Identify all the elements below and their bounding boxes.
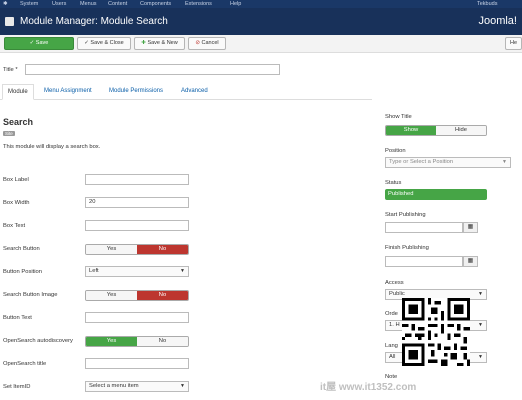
opensearch-autodiscovery-no[interactable]: No [137, 337, 188, 346]
page-header: Module Manager: Module Search Joomla! [0, 8, 522, 35]
button-text-input[interactable] [85, 312, 189, 323]
opensearch-autodiscovery-yes[interactable]: Yes [86, 337, 137, 346]
search-button-image-label: Search Button Image [3, 292, 58, 298]
search-button-toggle: Yes No [85, 244, 189, 255]
page-title: Module Manager: Module Search [20, 16, 168, 27]
opensearch-autodiscovery-toggle: Yes No [85, 336, 189, 347]
tab-module[interactable]: Module [2, 84, 34, 100]
module-description: This module will display a search box. [3, 144, 101, 150]
position-label: Position [385, 148, 406, 154]
search-button-yes[interactable]: Yes [86, 245, 137, 254]
tab-bar: Module Menu Assignment Module Permission… [0, 84, 372, 100]
help-button[interactable]: He [505, 37, 522, 50]
box-text-input[interactable] [85, 220, 189, 231]
dropdown-arrow-icon: ▼ [502, 159, 507, 165]
box-label-input[interactable] [85, 174, 189, 185]
box-width-label: Box Width [3, 200, 30, 206]
finish-publishing-label: Finish Publishing [385, 245, 429, 251]
tab-advanced[interactable]: Advanced [181, 88, 208, 94]
nav-content[interactable]: Content [108, 1, 127, 7]
cube-icon [5, 17, 14, 26]
cancel-button[interactable]: ⊘ Cancel [188, 37, 226, 50]
position-select[interactable]: Type or Select a Position ▼ [385, 157, 511, 168]
button-text-label: Button Text [3, 315, 32, 321]
calendar-icon[interactable]: ▦ [463, 256, 478, 267]
dropdown-arrow-icon: ▼ [478, 354, 483, 360]
box-label-label: Box Label [3, 177, 29, 183]
nav-users[interactable]: Users [52, 1, 66, 7]
user-menu[interactable]: Tekbuds [477, 1, 498, 7]
save-close-button[interactable]: ✓ Save & Close [77, 37, 131, 50]
dropdown-arrow-icon: ▼ [180, 383, 185, 389]
search-button-image-toggle: Yes No [85, 290, 189, 301]
nav-system[interactable]: System [20, 1, 38, 7]
nav-extensions[interactable]: Extensions [185, 1, 212, 7]
top-nav-bar: ✱ System Users Menus Content Components … [0, 0, 522, 8]
status-select[interactable]: Published [385, 189, 487, 200]
save-new-button[interactable]: ✚ Save & New [134, 37, 185, 50]
save-button[interactable]: ✓ Save [4, 37, 74, 50]
status-label: Status [385, 180, 402, 186]
joomla-menu-icon[interactable]: ✱ [3, 1, 8, 7]
show-title-toggle: Show Hide [385, 125, 487, 136]
watermark-text: it屋 www.it1352.com [320, 382, 417, 393]
button-position-select[interactable]: Left ▼ [85, 266, 189, 277]
set-itemid-select[interactable]: Select a menu item ▼ [85, 381, 189, 392]
calendar-icon[interactable]: ▦ [463, 222, 478, 233]
nav-components[interactable]: Components [140, 1, 171, 7]
dropdown-arrow-icon: ▼ [478, 291, 483, 297]
dropdown-arrow-icon: ▼ [180, 268, 185, 274]
show-title-hide[interactable]: Hide [436, 126, 486, 135]
module-heading: Search [3, 117, 34, 127]
box-text-label: Box Text [3, 223, 26, 229]
show-title-label: Show Title [385, 114, 412, 120]
button-position-label: Button Position [3, 269, 42, 275]
nav-menus[interactable]: Menus [80, 1, 97, 7]
nav-help[interactable]: Help [230, 1, 241, 7]
box-width-input[interactable]: 20 [85, 197, 189, 208]
toolbar: ✓ Save ✓ Save & Close ✚ Save & New ⊘ Can… [0, 35, 522, 53]
language-label: Lang [385, 343, 398, 349]
site-badge: Site [3, 131, 15, 136]
title-input[interactable] [25, 64, 280, 75]
show-title-show[interactable]: Show [386, 126, 436, 135]
search-button-image-yes[interactable]: Yes [86, 291, 137, 300]
opensearch-title-label: OpenSearch title [3, 361, 47, 367]
search-button-no[interactable]: No [137, 245, 188, 254]
opensearch-autodiscovery-label: OpenSearch autodiscovery [3, 338, 73, 344]
search-button-image-no[interactable]: No [137, 291, 188, 300]
qr-code-image [402, 298, 470, 366]
opensearch-title-input[interactable] [85, 358, 189, 369]
tab-menu-assignment[interactable]: Menu Assignment [44, 88, 92, 94]
access-label: Access [385, 280, 404, 286]
ordering-label: Orde [385, 311, 398, 317]
tab-module-permissions[interactable]: Module Permissions [109, 88, 163, 94]
dropdown-arrow-icon: ▼ [478, 322, 483, 328]
search-button-label: Search Button [3, 246, 40, 252]
joomla-logo: Joomla! [478, 15, 517, 27]
title-label: Title * [3, 67, 18, 73]
finish-publishing-input[interactable] [385, 256, 463, 267]
start-publishing-label: Start Publishing [385, 212, 426, 218]
set-itemid-label: Set ItemID [3, 384, 31, 390]
start-publishing-input[interactable] [385, 222, 463, 233]
